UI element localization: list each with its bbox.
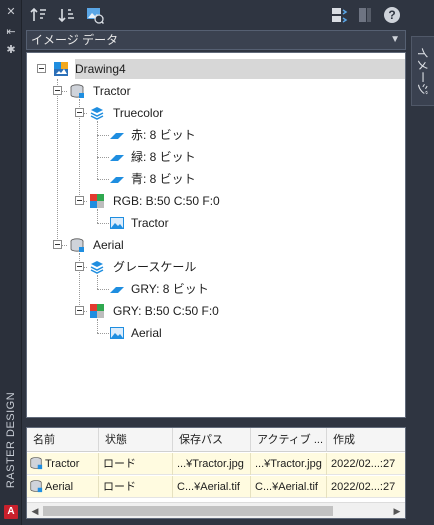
picture-icon	[109, 325, 125, 341]
color-adjust-icon	[89, 193, 105, 209]
cell-created: 2022/02...:27	[331, 481, 396, 493]
cell-status: ロード	[99, 476, 173, 498]
scroll-left-icon[interactable]: ◀	[29, 505, 41, 517]
tree-node-image[interactable]: Aerial	[27, 235, 405, 255]
cell-created: 2022/02...:27	[331, 458, 396, 470]
scrollbar-thumb[interactable]	[43, 506, 333, 516]
settings-icon[interactable]: ✱	[5, 44, 17, 56]
cell-active-path: ...¥Tractor.jpg	[251, 453, 327, 475]
cell-name: Aerial	[27, 476, 99, 498]
cell-save-path: ...¥Tractor.jpg	[173, 453, 251, 475]
image-manage-icon[interactable]	[330, 6, 348, 24]
tree-node-image-file[interactable]: Tractor	[27, 213, 405, 233]
autodesk-logo: A	[4, 505, 18, 519]
channel-icon	[109, 171, 125, 187]
column-header-created[interactable]: 作成	[327, 428, 405, 452]
tree-node-channel[interactable]: 緑: 8 ビット	[27, 147, 405, 167]
tree-node-image[interactable]: Tractor	[27, 81, 405, 101]
scroll-right-icon[interactable]: ▶	[391, 505, 403, 517]
channel-icon	[109, 149, 125, 165]
sort-ascending-icon[interactable]	[30, 6, 48, 24]
table-row[interactable]: Aerial ロード C...¥Aerial.tif C...¥Aerial.t…	[27, 476, 405, 498]
database-icon	[29, 456, 43, 470]
close-icon[interactable]: ✕	[5, 6, 17, 18]
tab-image[interactable]: イメージ	[411, 36, 434, 106]
tree-node-channel[interactable]: 青: 8 ビット	[27, 169, 405, 189]
collapse-toggle-icon[interactable]	[75, 306, 84, 315]
collapse-toggle-icon[interactable]	[37, 64, 46, 73]
tree-node-adjustment[interactable]: GRY: B:50 C:50 F:0	[27, 301, 405, 321]
channel-icon	[109, 281, 125, 297]
toolbar: ?	[22, 0, 410, 30]
image-details-table: 名前 状態 保存パス アクティブ ... 作成 Tractor ロード ...¥…	[26, 427, 406, 519]
column-header-save-path[interactable]: 保存パス	[173, 428, 251, 452]
column-header-name[interactable]: 名前	[27, 428, 99, 452]
auto-hide-icon[interactable]: ⇤	[5, 26, 17, 38]
channel-icon	[109, 127, 125, 143]
column-header-status[interactable]: 状態	[99, 428, 173, 452]
horizontal-scrollbar[interactable]: ◀ ▶	[27, 502, 405, 518]
cell-active-path: C...¥Aerial.tif	[251, 476, 327, 498]
cell-status: ロード	[99, 453, 173, 475]
collapse-toggle-icon[interactable]	[75, 262, 84, 271]
collapse-toggle-icon[interactable]	[53, 86, 62, 95]
help-icon[interactable]: ?	[384, 7, 400, 23]
palette-title: RASTER DESIGN	[5, 391, 17, 489]
drawing-icon	[53, 61, 69, 77]
tree-node-adjustment[interactable]: RGB: B:50 C:50 F:0	[27, 191, 405, 211]
picture-icon	[109, 215, 125, 231]
sort-descending-icon[interactable]	[58, 6, 76, 24]
database-icon	[69, 83, 85, 99]
table-row[interactable]: Tractor ロード ...¥Tractor.jpg ...¥Tractor.…	[27, 453, 405, 475]
collapse-toggle-icon[interactable]	[75, 108, 84, 117]
cell-name: Tractor	[27, 453, 99, 475]
collapse-toggle-icon[interactable]	[53, 240, 62, 249]
image-tree: Drawing4 Tractor Truecolor 赤: 8 ビット 緑: 8…	[26, 52, 406, 418]
tree-node-colorspace[interactable]: グレースケール	[27, 257, 405, 277]
image-disabled-icon	[356, 6, 374, 24]
tree-node-channel[interactable]: 赤: 8 ビット	[27, 125, 405, 145]
tree-node-drawing[interactable]: Drawing4	[27, 59, 405, 79]
database-icon	[69, 237, 85, 253]
layers-icon	[89, 259, 105, 275]
collapse-toggle-icon[interactable]	[75, 196, 84, 205]
tree-node-colorspace[interactable]: Truecolor	[27, 103, 405, 123]
database-icon	[29, 479, 43, 493]
tree-node-channel[interactable]: GRY: 8 ビット	[27, 279, 405, 299]
color-adjust-icon	[89, 303, 105, 319]
column-header-active-path[interactable]: アクティブ ...	[251, 428, 327, 452]
view-select-dropdown[interactable]: イメージ データ ▼	[26, 30, 406, 50]
dropdown-value: イメージ データ	[31, 33, 119, 47]
chevron-down-icon: ▼	[390, 34, 400, 45]
table-header: 名前 状態 保存パス アクティブ ... 作成	[27, 428, 405, 452]
cell-save-path: C...¥Aerial.tif	[173, 476, 251, 498]
tree-node-image-file[interactable]: Aerial	[27, 323, 405, 343]
image-insert-icon[interactable]	[86, 6, 104, 24]
layers-icon	[89, 105, 105, 121]
palette-side-strip: ✕ ⇤ ✱ RASTER DESIGN A	[0, 0, 22, 525]
